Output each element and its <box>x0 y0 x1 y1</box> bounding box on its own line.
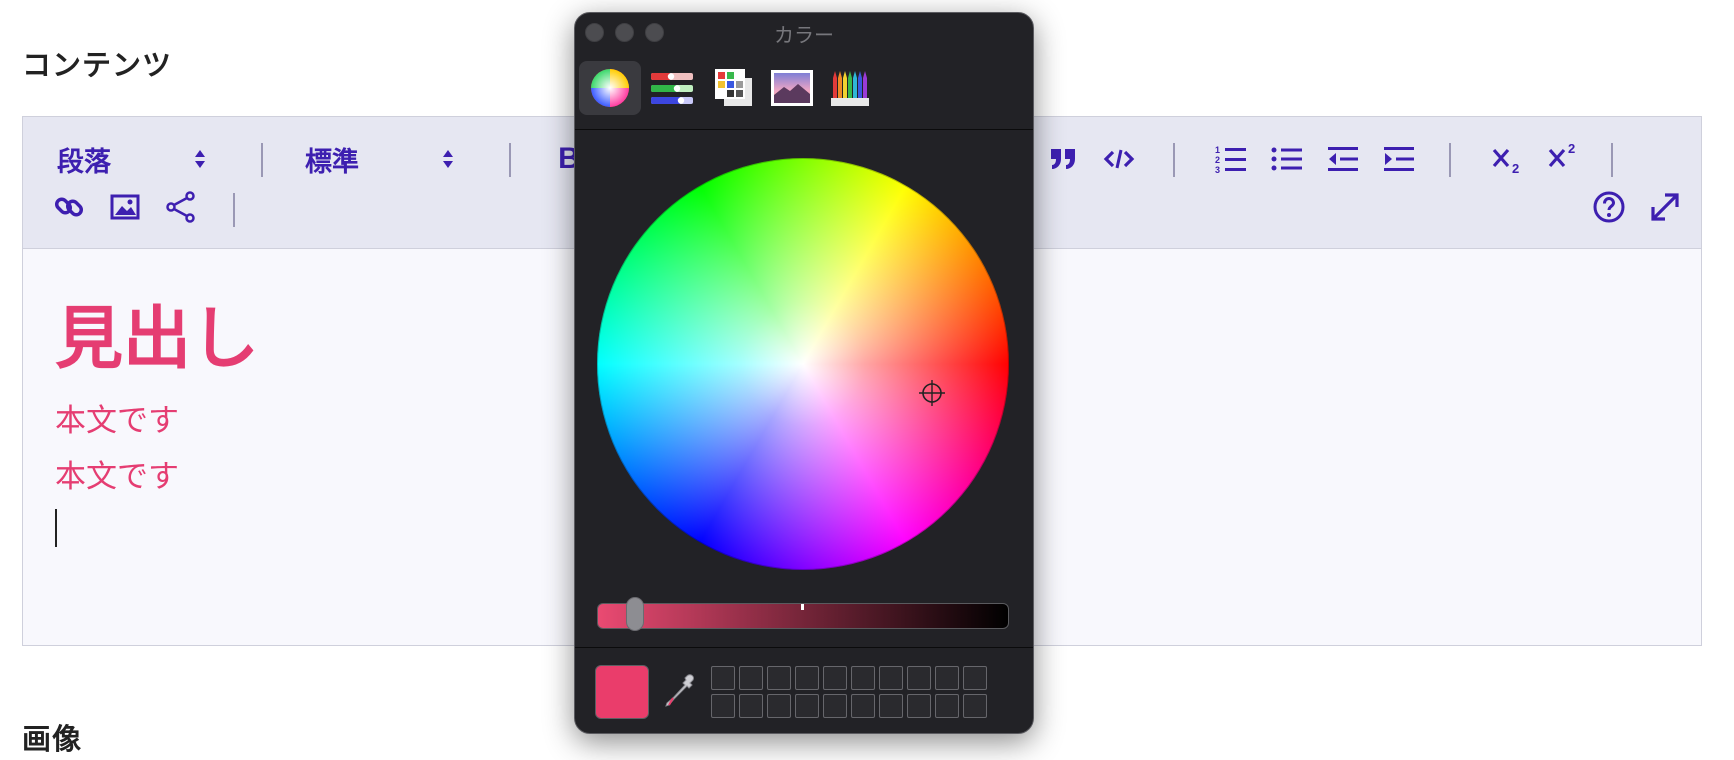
custom-swatch-slot[interactable] <box>879 694 903 718</box>
color-wheel-area <box>575 130 1033 646</box>
color-palettes-mode-button[interactable] <box>703 61 765 115</box>
bullet-list-icon <box>1271 147 1302 171</box>
share-icon <box>166 191 195 223</box>
image-palettes-icon <box>771 70 813 106</box>
indent-icon <box>1384 147 1414 171</box>
text-caret <box>55 509 57 547</box>
svg-text:1: 1 <box>1215 145 1220 155</box>
pencils-mode-button[interactable] <box>819 61 881 115</box>
pencils-icon <box>831 71 869 106</box>
custom-swatch-slot[interactable] <box>851 694 875 718</box>
svg-text:2: 2 <box>1512 161 1519 174</box>
image-icon <box>110 194 140 220</box>
color-mode-toolbar <box>575 51 1033 130</box>
toolbar-separator <box>1449 143 1451 177</box>
block-style-select[interactable]: 段落 <box>57 139 207 179</box>
image-palettes-mode-button[interactable] <box>761 61 823 115</box>
eyedropper-icon[interactable] <box>663 672 699 712</box>
current-color-swatch[interactable] <box>595 665 649 719</box>
color-wheel-icon <box>591 69 629 107</box>
select-arrows-icon <box>443 150 453 168</box>
custom-swatch-slot[interactable] <box>795 666 819 690</box>
svg-text:3: 3 <box>1215 165 1220 174</box>
custom-swatch-slot[interactable] <box>767 666 791 690</box>
custom-swatch-slot[interactable] <box>739 694 763 718</box>
svg-text:2: 2 <box>1568 142 1575 156</box>
subscript-button[interactable]: 2 <box>1489 139 1529 179</box>
help-button[interactable] <box>1589 187 1629 227</box>
document-paragraph[interactable]: 本文です <box>55 451 179 496</box>
block-style-value: 段落 <box>57 146 111 177</box>
toolbar-separator <box>261 143 263 177</box>
custom-swatch-slot[interactable] <box>907 694 931 718</box>
link-icon <box>54 197 84 217</box>
color-panel-title: カラー <box>774 25 834 47</box>
section-title-image: 画像 <box>22 724 83 756</box>
font-style-value: 標準 <box>305 146 359 177</box>
svg-text:2: 2 <box>1215 155 1220 165</box>
toolbar-separator <box>1611 143 1613 177</box>
brightness-slider-thumb[interactable] <box>625 597 644 631</box>
section-title-content: コンテンツ <box>22 50 173 82</box>
help-icon <box>1593 191 1625 223</box>
font-style-select[interactable]: 標準 <box>305 139 455 179</box>
outdent-button[interactable] <box>1323 139 1363 179</box>
color-picker-crosshair[interactable] <box>918 379 946 407</box>
color-sliders-mode-button[interactable] <box>641 61 703 115</box>
custom-swatch-slot[interactable] <box>963 694 987 718</box>
bullet-list-button[interactable] <box>1267 139 1307 179</box>
custom-swatch-slot[interactable] <box>795 694 819 718</box>
document-heading[interactable]: 見出し <box>55 283 259 382</box>
custom-swatch-slot[interactable] <box>823 666 847 690</box>
color-panel: カラー <box>574 12 1034 734</box>
custom-swatch-slot[interactable] <box>879 666 903 690</box>
code-icon <box>1103 149 1135 169</box>
custom-swatch-slot[interactable] <box>711 666 735 690</box>
code-button[interactable] <box>1099 139 1139 179</box>
custom-swatch-slot[interactable] <box>739 666 763 690</box>
color-panel-bottom-bar <box>575 647 1033 733</box>
indent-button[interactable] <box>1379 139 1419 179</box>
color-wheel-mode-button[interactable] <box>579 61 641 115</box>
ordered-list-button[interactable]: 1 2 3 <box>1211 139 1251 179</box>
select-arrows-icon <box>195 150 205 168</box>
slider-midpoint-tick <box>801 604 804 610</box>
custom-swatch-slot[interactable] <box>767 694 791 718</box>
custom-swatch-slot[interactable] <box>907 666 931 690</box>
share-button[interactable] <box>161 187 201 227</box>
blockquote-button[interactable] <box>1043 139 1083 179</box>
link-button[interactable] <box>49 187 89 227</box>
ordered-list-icon: 1 2 3 <box>1215 145 1246 174</box>
custom-swatch-slot[interactable] <box>935 694 959 718</box>
superscript-button[interactable]: 2 <box>1545 137 1585 177</box>
fullscreen-button[interactable] <box>1645 187 1685 227</box>
expand-icon <box>1651 193 1679 221</box>
color-wheel[interactable] <box>597 158 1009 570</box>
superscript-icon: 2 <box>1548 142 1575 168</box>
custom-swatch-slot[interactable] <box>851 666 875 690</box>
toolbar-separator <box>1173 143 1175 177</box>
subscript-icon: 2 <box>1492 148 1519 174</box>
color-panel-titlebar[interactable]: カラー <box>575 13 1033 49</box>
color-sliders-icon <box>651 73 693 104</box>
custom-swatch-slot[interactable] <box>963 666 987 690</box>
custom-swatch-grid <box>711 666 991 720</box>
outdent-icon <box>1328 147 1358 171</box>
custom-swatch-slot[interactable] <box>935 666 959 690</box>
toolbar-separator <box>509 143 511 177</box>
quote-icon <box>1051 149 1075 169</box>
color-palettes-icon <box>715 69 752 106</box>
document-paragraph[interactable]: 本文です <box>55 395 179 440</box>
image-button[interactable] <box>105 187 145 227</box>
custom-swatch-slot[interactable] <box>711 694 735 718</box>
toolbar-separator <box>233 193 235 227</box>
custom-swatch-slot[interactable] <box>823 694 847 718</box>
